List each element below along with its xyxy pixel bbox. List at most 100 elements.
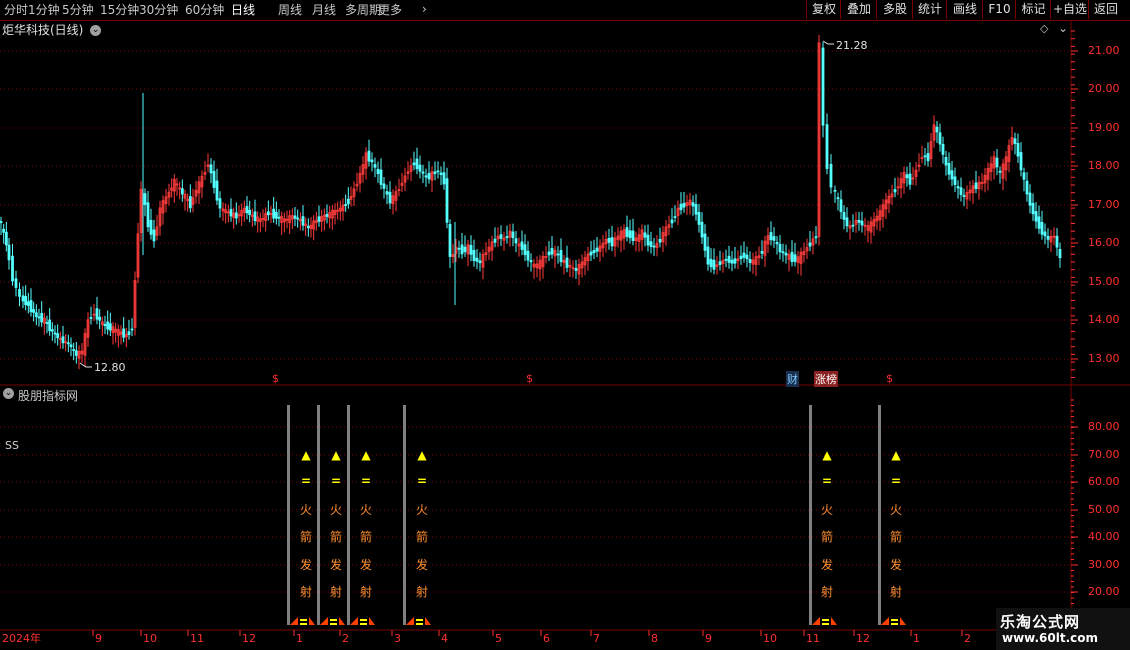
candle-body (658, 238, 662, 243)
candle-body (842, 212, 846, 220)
candle-body (48, 319, 52, 332)
indicator-axis-label: 60.00 (1088, 475, 1120, 488)
candle-body (905, 174, 909, 179)
candle-body (574, 268, 578, 271)
signal-char: 射 (889, 585, 902, 599)
candle-body (529, 260, 533, 263)
date-axis-label: 5 (495, 632, 502, 645)
candle-body (442, 172, 446, 185)
price-axis-label: 14.00 (1088, 313, 1120, 326)
candle-body (40, 312, 44, 323)
price-axis-label: 20.00 (1088, 82, 1120, 95)
signal-base-arrow (320, 617, 328, 625)
candle-body (108, 323, 112, 331)
date-axis-label: 12 (242, 632, 256, 645)
candle-body (317, 216, 321, 222)
signal-char: 火 (415, 503, 428, 517)
signal-base-arrow (290, 617, 298, 625)
candle-body (727, 255, 731, 263)
date-axis-label: 11 (806, 632, 820, 645)
price-axis-label: 15.00 (1088, 275, 1120, 288)
candle-body (412, 162, 416, 166)
signal-base-arrow (812, 617, 820, 625)
signal-bar (287, 405, 290, 625)
candle-body (712, 259, 716, 270)
candle-body (652, 245, 656, 248)
signal-char: 火 (820, 503, 833, 517)
candle-body (781, 251, 785, 254)
signal-char: 火 (889, 503, 902, 517)
signal-char: 箭 (415, 530, 428, 544)
event-marker[interactable]: $ (526, 372, 533, 385)
candle-body (959, 187, 963, 195)
candle-body (37, 316, 41, 319)
candle-body (436, 170, 440, 173)
candle-body (1031, 202, 1035, 215)
signal-base-arrow (831, 617, 837, 625)
signal-char: 箭 (299, 530, 312, 544)
date-axis-label: 9 (95, 632, 102, 645)
event-marker[interactable]: $ (886, 372, 893, 385)
candle-body (245, 206, 249, 214)
candle-body (18, 289, 21, 297)
date-axis-label: 9 (705, 632, 712, 645)
candle-body (103, 323, 107, 327)
candle-body (376, 168, 380, 175)
candle-body (778, 243, 782, 253)
candle-body (679, 203, 683, 211)
indicator-axis-label: 80.00 (1088, 420, 1120, 433)
limit-up-marker[interactable]: 涨榜 (814, 371, 838, 387)
signal-char: 发 (889, 558, 902, 572)
candle-body (923, 155, 927, 158)
candle-body (274, 211, 278, 219)
date-axis-label: 8 (651, 632, 658, 645)
candle-body (646, 234, 650, 246)
candle-body (769, 232, 773, 241)
candle-body (944, 157, 948, 166)
date-axis-label: 1 (913, 632, 920, 645)
candle-body (1046, 235, 1050, 240)
candle-body (53, 332, 57, 335)
finance-marker[interactable]: 财 (786, 371, 799, 387)
chevron-down-icon[interactable]: ⌄ (3, 388, 14, 399)
candle-body (845, 217, 849, 227)
candle-body (682, 202, 686, 208)
signal-base-dash (360, 619, 367, 621)
candle-body (472, 249, 476, 261)
event-marker[interactable]: $ (272, 372, 279, 385)
signal-char: ▲ (331, 448, 341, 462)
candle-body (956, 186, 960, 189)
candle-body (382, 183, 386, 189)
signal-char: 箭 (329, 530, 342, 544)
candle-body (34, 312, 38, 318)
candle-body (631, 230, 635, 241)
candle-body (418, 164, 422, 172)
kline-chart (0, 20, 1130, 636)
signal-char: = (300, 474, 312, 488)
candle-body (457, 247, 461, 250)
candle-body (550, 247, 554, 255)
candle-body (718, 261, 722, 265)
candle-body (367, 150, 371, 162)
candle-body (607, 237, 611, 243)
candle-body (953, 176, 957, 185)
candle-body (760, 251, 764, 254)
candle-body (26, 301, 30, 306)
candle-body (625, 227, 629, 237)
candle-body (448, 224, 452, 257)
candle-body (938, 132, 942, 145)
signal-char: ▲ (822, 448, 832, 462)
price-axis-label: 16.00 (1088, 236, 1120, 249)
candle-body (0, 220, 3, 224)
candle-body (610, 237, 614, 247)
date-axis-label: 10 (763, 632, 777, 645)
candle-body (499, 234, 503, 239)
signal-char: ▲ (301, 448, 311, 462)
candle-body (520, 241, 524, 250)
candle-body (742, 252, 746, 258)
signal-base-arrow (339, 617, 345, 625)
signal-char: 火 (359, 503, 372, 517)
signal-char: 射 (820, 585, 833, 599)
candle-body (926, 153, 930, 162)
candle-body (212, 170, 216, 188)
